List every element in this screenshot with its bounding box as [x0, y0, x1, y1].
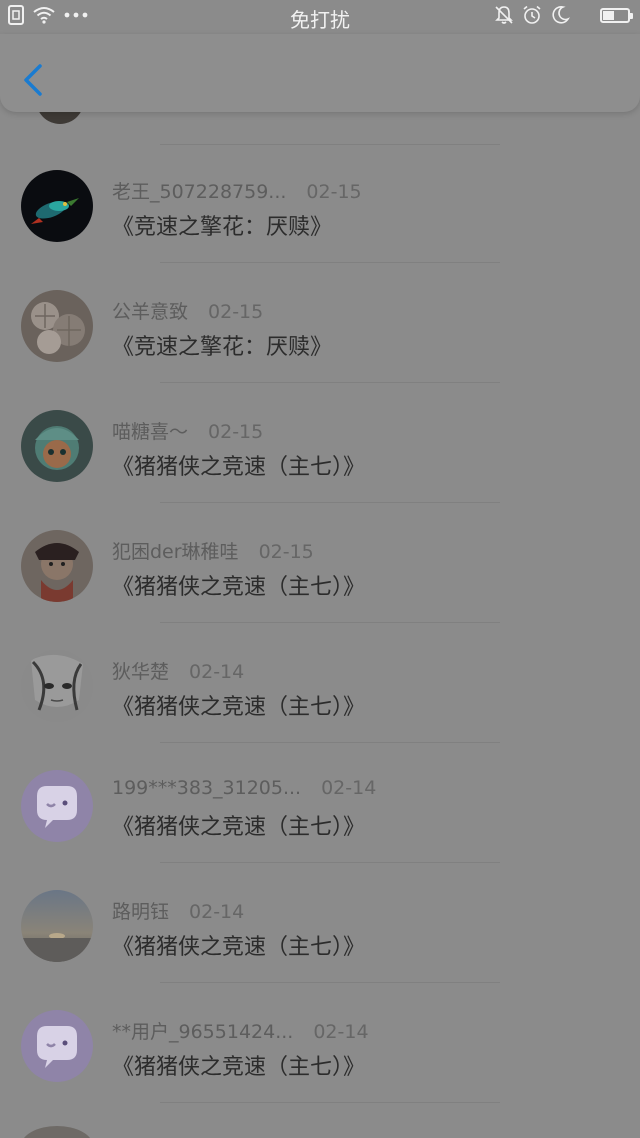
name-line: 犯困der琳稚哇 02-15 — [112, 537, 314, 564]
battery-fill — [603, 10, 614, 20]
list-item[interactable]: 199***383_31205... 02-14 《猪猪侠之竞速（主七）》 — [0, 712, 640, 863]
partial-avatar-bottom — [21, 1126, 93, 1138]
user-name[interactable]: 路明钰 — [112, 901, 169, 923]
name-line: 公羊意致 02-15 — [112, 297, 263, 324]
user-name[interactable]: 犯困der琳稚哇 — [112, 541, 239, 563]
date: 02-14 — [189, 661, 245, 683]
date: 02-14 — [313, 1021, 369, 1043]
avatar[interactable] — [21, 1010, 93, 1082]
divider — [160, 1102, 500, 1103]
date: 02-15 — [208, 301, 264, 323]
date: 02-15 — [306, 181, 362, 203]
date: 02-14 — [189, 901, 245, 923]
status-bar: 免打扰 — [0, 0, 640, 34]
list-item[interactable]: 狄华楚 02-14 《猪猪侠之竞速（主七）》 — [0, 592, 640, 743]
user-list: 老王_507228759... 02-15 《竞速之擎花：厌赎》 公羊意致 02-15 《… — [0, 98, 640, 1103]
list-item[interactable]: **用户_96551424... 02-14 《猪猪侠之竞速（主七）》 — [0, 952, 640, 1103]
nav-bar — [0, 34, 640, 112]
list-item[interactable]: 路明钰 02-14 《猪猪侠之竞速（主七）》 — [0, 832, 640, 983]
user-name[interactable]: 199***383_31205... — [112, 777, 301, 799]
alarm-icon — [523, 5, 541, 24]
status-right — [494, 5, 633, 25]
chevron-left-icon[interactable] — [16, 60, 50, 100]
list-item[interactable]: 犯困der琳稚哇 02-15 《猪猪侠之竞速（主七）》 — [0, 472, 640, 623]
name-line: 老王_507228759... 02-15 — [112, 177, 362, 204]
mute-bell-icon — [495, 6, 513, 24]
name-line: 狄华楚 02-14 — [112, 657, 244, 684]
date: 02-15 — [258, 541, 314, 563]
work-title[interactable]: 《猪猪侠之竞速（主七）》 — [112, 1049, 365, 1081]
name-line: 路明钰 02-14 — [112, 897, 244, 924]
user-name[interactable]: 老王_507228759... — [112, 181, 286, 203]
user-name[interactable]: **用户_96551424... — [112, 1021, 293, 1043]
name-line: 喵糖喜～ 02-15 — [112, 417, 263, 444]
name-line: 199***383_31205... 02-14 — [112, 777, 376, 799]
user-name[interactable]: 公羊意致 — [112, 301, 188, 323]
user-name[interactable]: 狄华楚 — [112, 661, 169, 683]
moon-icon — [552, 6, 570, 24]
user-name[interactable]: 喵糖喜～ — [112, 421, 188, 443]
date: 02-14 — [321, 777, 377, 799]
list-item[interactable]: 喵糖喜～ 02-15 《猪猪侠之竞速（主七）》 — [0, 352, 640, 503]
list-item[interactable]: 老王_507228759... 02-15 《竞速之擎花：厌赎》 — [0, 112, 640, 263]
date: 02-15 — [208, 421, 264, 443]
screen: 免打扰 老王_507228759... 02-15 《竞速之擎花：厌赎》 公羊意… — [0, 0, 640, 1138]
list-item[interactable]: 公羊意致 02-15 《竞速之擎花：厌赎》 — [0, 232, 640, 383]
battery-icon — [600, 7, 633, 23]
name-line: **用户_96551424... 02-14 — [112, 1017, 369, 1044]
